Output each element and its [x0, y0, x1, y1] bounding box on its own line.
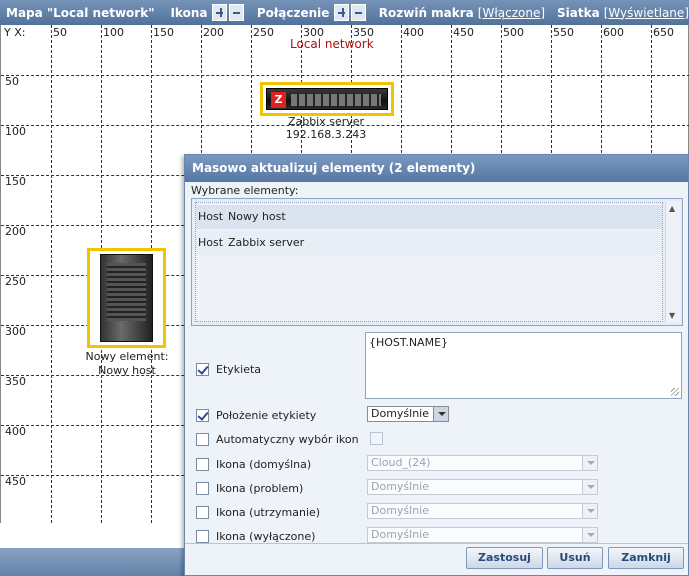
add-connection-button[interactable]: [334, 4, 350, 21]
connection-label: Połączenie: [256, 5, 330, 20]
label-row: Etykieta: [196, 361, 261, 377]
list-item[interactable]: Host Nowy host: [196, 205, 662, 229]
chevron-down-icon: [582, 456, 597, 470]
apply-button[interactable]: Zastosuj: [466, 547, 543, 569]
chevron-down-icon: [582, 504, 597, 518]
icon-disabled-select: Domyślnie: [367, 527, 598, 543]
map-toolbar: Mapa "Local network" Ikona Połączenie Ro…: [0, 0, 689, 25]
icon-maintenance-checkbox[interactable]: [196, 505, 209, 519]
resize-handle-icon[interactable]: [671, 388, 679, 396]
scroll-up-icon[interactable]: ▲: [669, 204, 675, 213]
x-tick-label: 400: [403, 26, 424, 39]
icon-disabled-checkbox[interactable]: [196, 529, 209, 543]
remove-button[interactable]: Usuń: [547, 547, 603, 569]
y-tick-label: 400: [5, 425, 26, 438]
grid-line: [51, 25, 52, 523]
y-tick-label: 150: [5, 175, 26, 188]
chevron-down-icon: [582, 528, 597, 542]
y-tick-label: 250: [5, 275, 26, 288]
remove-connection-button[interactable]: [351, 4, 366, 21]
icon-default-row: Ikona (domyślna): [196, 456, 311, 472]
close-button[interactable]: Zamknij: [608, 547, 684, 569]
icon-problem-select: Domyślnie: [367, 479, 598, 495]
y-tick-label: 100: [5, 125, 26, 138]
x-tick-label: 550: [553, 26, 574, 39]
x-tick-label: 600: [603, 26, 624, 39]
label-position-row: Położenie etykiety: [196, 407, 316, 423]
icon-problem-checkbox[interactable]: [196, 481, 209, 495]
label-position-checkbox[interactable]: [196, 408, 209, 422]
auto-icon-value-checkbox: [370, 432, 383, 445]
icon-maintenance-row: Ikona (utrzymanie): [196, 504, 320, 520]
label-textarea[interactable]: {HOST.NAME}: [365, 332, 682, 399]
x-tick-label: 450: [453, 26, 474, 39]
dialog-title[interactable]: Masowo aktualizuj elementy (2 elementy): [185, 155, 688, 182]
y-tick-label: 450: [5, 475, 26, 488]
map-element-zabbix-server[interactable]: Z: [260, 82, 394, 116]
icon-default-select: Cloud_(24): [367, 455, 598, 471]
x-tick-label: 650: [653, 26, 674, 39]
tower-server-icon: [100, 254, 153, 342]
selected-elements-list: Host Nowy host Host Zabbix server ▲ ▼: [191, 198, 683, 326]
auto-icon-row: Automatyczny wybór ikon: [196, 431, 359, 447]
y-tick-label: 50: [5, 75, 19, 88]
icon-problem-row: Ikona (problem): [196, 480, 303, 496]
x-tick-label: 50: [53, 26, 67, 39]
selected-elements-label: Wybrane elementy:: [191, 184, 299, 197]
dialog-footer-divider: [185, 543, 688, 544]
rack-server-icon: Z: [266, 88, 388, 110]
icon-maintenance-select: Domyślnie: [367, 503, 598, 519]
y-tick-label: 200: [5, 225, 26, 238]
x-tick-label: 100: [103, 26, 124, 39]
icon-disabled-row: Ikona (wyłączone): [196, 528, 315, 544]
expand-macros-toggle[interactable]: Włączone: [482, 6, 540, 20]
label-position-select[interactable]: Domyślnie: [367, 406, 449, 422]
list-item[interactable]: Host Zabbix server: [196, 231, 662, 255]
chevron-down-icon: [433, 407, 448, 421]
label-checkbox[interactable]: [196, 362, 209, 376]
y-tick-label: 350: [5, 375, 26, 388]
remove-icon-button[interactable]: [229, 4, 244, 21]
map-title: Local network: [290, 37, 374, 51]
add-icon-button[interactable]: [212, 4, 228, 21]
grid-toggle[interactable]: Wyświetlane: [608, 6, 684, 20]
icon-label: Ikona: [170, 5, 208, 20]
y-tick-label: 300: [5, 325, 26, 338]
icon-default-checkbox[interactable]: [196, 457, 209, 471]
map-element-label: Nowy element: Nowy host: [85, 350, 169, 377]
x-tick-label: 250: [253, 26, 274, 39]
x-tick-label: 500: [503, 26, 524, 39]
auto-icon-checkbox[interactable]: [196, 432, 209, 446]
scroll-down-icon[interactable]: ▼: [669, 311, 675, 320]
mass-update-dialog: Masowo aktualizuj elementy (2 elementy) …: [184, 154, 689, 576]
chevron-down-icon: [582, 480, 597, 494]
map-name-label: Mapa "Local network": [6, 5, 155, 20]
grid-label: Siatka: [557, 5, 600, 20]
x-tick-label: 150: [153, 26, 174, 39]
axis-corner-label: Y X:: [4, 26, 26, 39]
x-tick-label: 200: [203, 26, 224, 39]
map-element-label: Zabbix server 192.168.3.243: [285, 115, 367, 141]
map-element-new-host[interactable]: [87, 248, 166, 348]
grid-line: [1, 75, 689, 76]
list-scrollbar[interactable]: ▲ ▼: [665, 202, 680, 322]
expand-macros-label: Rozwiń makra: [378, 5, 474, 20]
